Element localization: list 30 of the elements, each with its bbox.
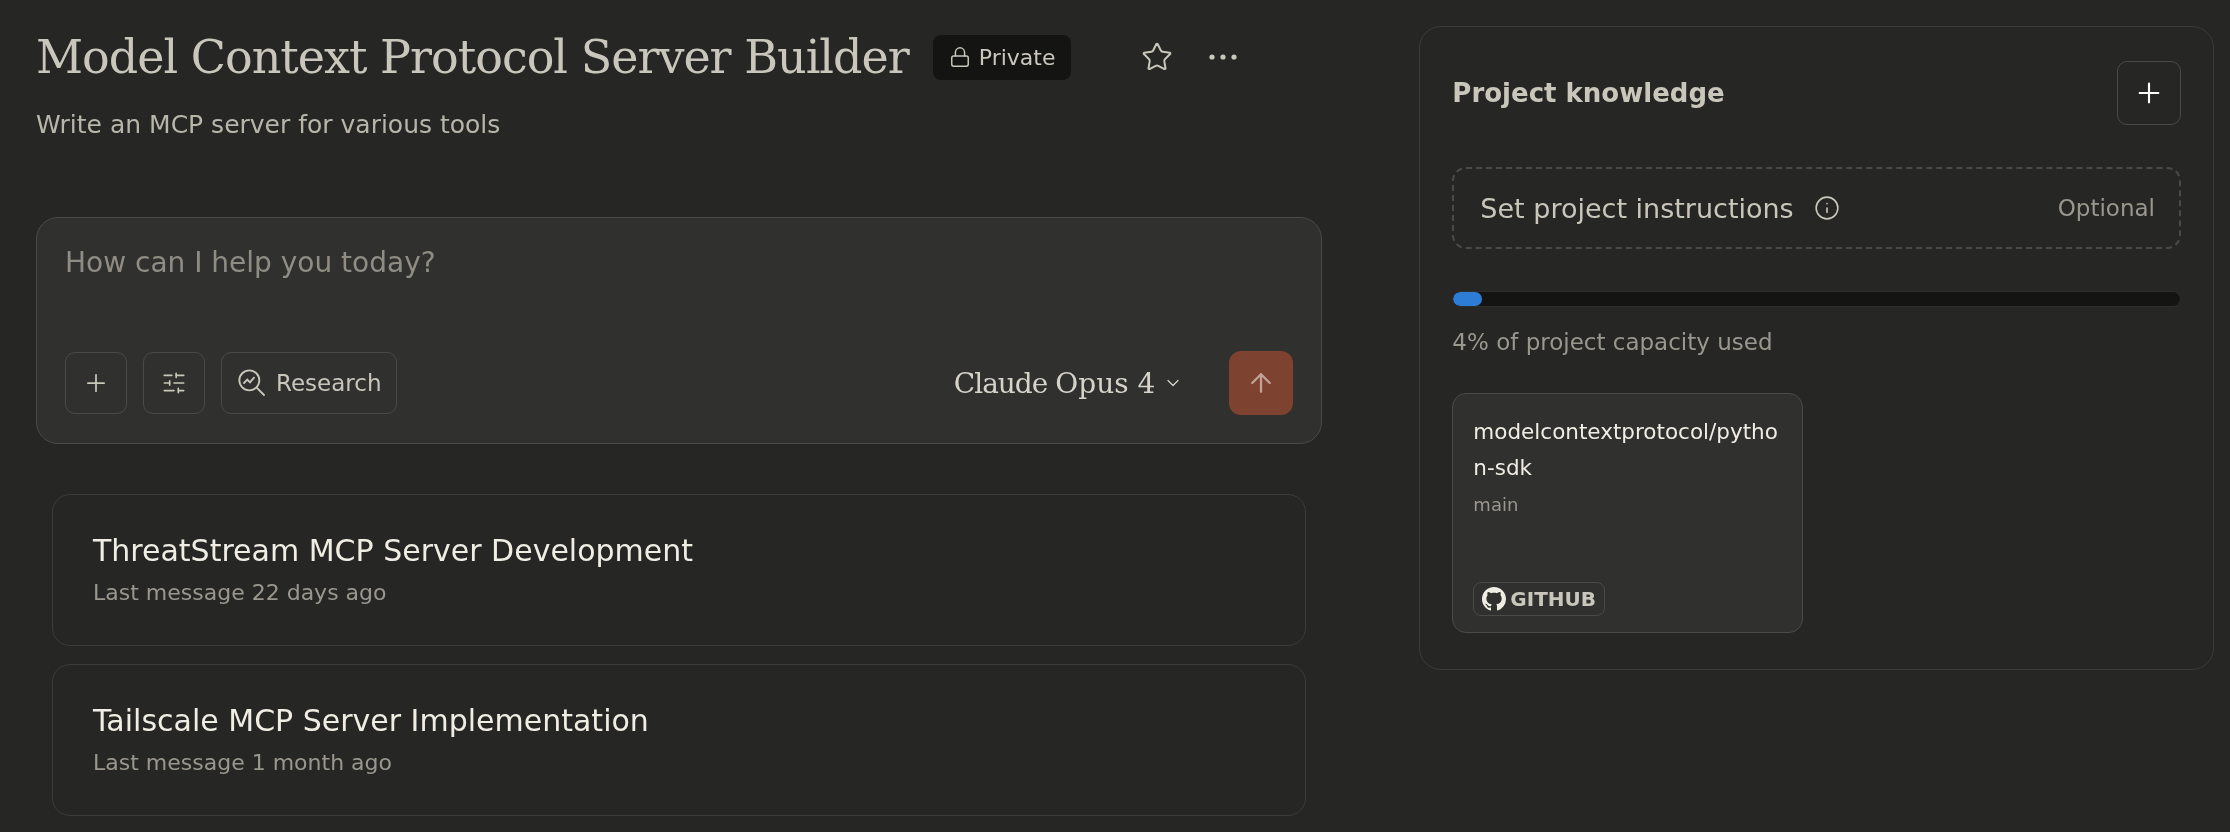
sliders-icon	[161, 370, 187, 396]
source-label: GITHUB	[1510, 587, 1597, 611]
repository-name: modelcontextprotocol/python-sdk	[1473, 418, 1779, 482]
chat-card[interactable]: ThreatStream MCP Server Development Last message 22 days ago	[52, 494, 1307, 646]
chat-title: Tailscale MCP Server Implementation	[93, 703, 650, 738]
search-trend-icon	[236, 367, 268, 399]
chat-timestamp: Last message 1 month ago	[93, 750, 393, 775]
more-icon	[1209, 54, 1238, 60]
send-button[interactable]	[1229, 351, 1294, 415]
lock-icon	[948, 46, 971, 68]
branch-name: main	[1473, 494, 1520, 515]
message-input[interactable]: How can I help you today?	[65, 246, 1294, 279]
panel-title: Project knowledge	[1452, 78, 1725, 108]
model-selector[interactable]: Claude Opus 4	[947, 365, 1190, 401]
optional-label: Optional	[2057, 195, 2155, 221]
chat-card[interactable]: Tailscale MCP Server Implementation Last message 1 month ago	[52, 664, 1307, 816]
file-card[interactable]: modelcontextprotocol/python-sdk main GITHUB	[1452, 393, 1804, 633]
research-button[interactable]: Research	[221, 352, 397, 414]
visibility-badge: Private	[932, 34, 1072, 80]
instructions-label: Set project instructions	[1480, 192, 1794, 224]
github-icon	[1482, 587, 1507, 611]
project-description: Write an MCP server for various tools	[36, 110, 502, 139]
star-icon	[1141, 41, 1174, 73]
capacity-text: 4% of project capacity used	[1452, 329, 1774, 355]
chat-title: ThreatStream MCP Server Development	[93, 533, 695, 568]
project-instructions-button[interactable]: Set project instructions Optional	[1452, 167, 2181, 249]
settings-button[interactable]	[143, 352, 205, 414]
info-icon	[1813, 195, 1840, 221]
project-title: Model Context Protocol Server Builder	[36, 30, 909, 84]
chat-timestamp: Last message 22 days ago	[93, 580, 388, 605]
